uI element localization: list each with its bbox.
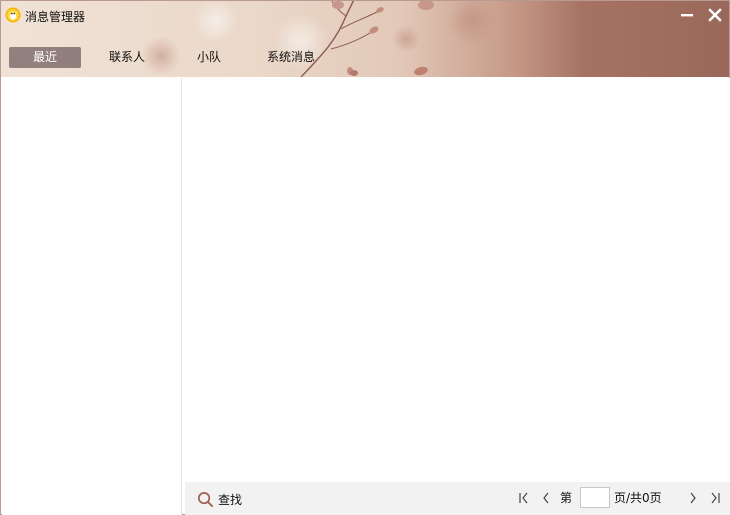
page-prefix: 第 (560, 491, 573, 505)
last-page-button[interactable] (707, 490, 723, 506)
qq-penguin-icon (5, 7, 21, 23)
next-page-button[interactable] (685, 490, 701, 506)
page-total: 页/共0页 (614, 491, 662, 505)
title-bar[interactable]: 消息管理器 (1, 1, 729, 29)
prev-page-icon (543, 492, 549, 504)
first-page-icon (519, 492, 528, 504)
first-page-button[interactable] (516, 490, 532, 506)
search-icon (198, 491, 214, 507)
header-banner: 消息管理器 最近 联系人 小队 系统消息 (1, 1, 729, 77)
contact-list-panel[interactable] (2, 78, 182, 515)
tab-system-messages[interactable]: 系统消息 (255, 47, 327, 68)
tab-recent-label: 最近 (32, 50, 57, 64)
tab-team-label: 小队 (196, 50, 221, 64)
tab-contacts[interactable]: 联系人 (91, 47, 163, 68)
footer-toolbar: 查找 第 页/共0页 (185, 482, 730, 515)
minimize-icon (681, 14, 693, 17)
tab-contacts-label: 联系人 (108, 50, 145, 64)
search-label: 查找 (218, 492, 243, 507)
search-button[interactable]: 查找 (197, 489, 242, 509)
close-icon (708, 8, 722, 22)
message-content-area[interactable] (183, 78, 730, 482)
tab-system-messages-label: 系统消息 (266, 50, 315, 64)
page-number-input[interactable] (580, 487, 610, 508)
last-page-icon (711, 492, 720, 504)
window-title: 消息管理器 (25, 10, 86, 24)
minimize-button[interactable] (677, 5, 697, 25)
message-manager-window: 消息管理器 最近 联系人 小队 系统消息 查找 第 页/共0页 (0, 0, 730, 515)
tab-recent[interactable]: 最近 (9, 47, 81, 68)
next-page-icon (690, 492, 696, 504)
prev-page-button[interactable] (538, 490, 554, 506)
tab-team[interactable]: 小队 (173, 47, 245, 68)
close-button[interactable] (705, 5, 725, 25)
